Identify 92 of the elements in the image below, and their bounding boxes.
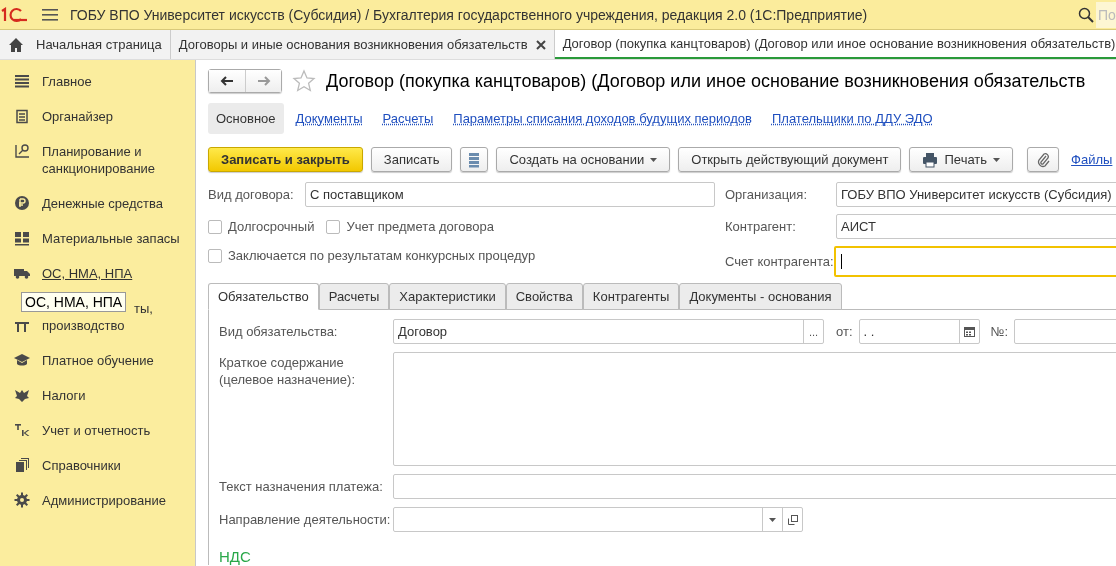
sidebar-item[interactable]: Справочники — [42, 457, 121, 474]
form-title: Договор (покупка канцтоваров) (Договор или иное основание возникновения обязательств — [326, 70, 1086, 92]
counterparty-field[interactable]: АИСТ — [836, 214, 1116, 239]
ruble-icon — [14, 195, 30, 211]
sidebar-item[interactable]: ты, — [134, 300, 153, 317]
menu-icon — [14, 73, 30, 89]
field-label: Организация: — [725, 187, 809, 202]
section-link[interactable]: Расчеты — [374, 103, 442, 134]
text-cursor — [841, 254, 842, 269]
field-label: Направление деятельности: — [219, 512, 392, 527]
field-label: Счет контрагента: — [725, 254, 834, 269]
attach-button[interactable] — [1027, 147, 1060, 172]
search-field[interactable]: По — [1096, 1, 1116, 28]
field-label: Контрагент: — [725, 219, 797, 234]
app-title: ГОБУ ВПО Университет искусств (Субсидия) / Бухгалтерия государственного учреждения, редакция 2.0 (1С:Предприятие) — [70, 6, 869, 23]
date-field[interactable]: . . — [858, 319, 980, 344]
search-icon — [1078, 6, 1094, 23]
list-icon — [468, 151, 481, 168]
debit-credit-icon — [14, 422, 30, 438]
contract-type-field[interactable]: С поставщиком — [305, 182, 715, 207]
form-tab[interactable]: Контрагенты — [582, 283, 680, 310]
graduation-cap-icon — [14, 352, 30, 368]
calendar-icon — [963, 326, 975, 337]
sidebar-item[interactable]: Главное — [42, 73, 92, 90]
checkbox[interactable] — [208, 219, 222, 234]
checkbox-label: Долгосрочный — [228, 219, 315, 234]
obligation-type-field[interactable]: Договор ... — [393, 319, 824, 344]
checkbox[interactable] — [208, 248, 222, 263]
printer-icon — [922, 151, 939, 168]
sidebar-item[interactable]: санкционирование — [42, 160, 156, 177]
window-tab[interactable]: Договор (покупка канцтоваров) (Договор или иное основание возникновения обязательств) — [554, 30, 1116, 59]
field-label: Текст назначения платежа: — [219, 479, 384, 494]
form-tab[interactable]: Свойства — [505, 283, 583, 310]
star-icon — [292, 69, 316, 93]
sidebar-item[interactable]: Материальные запасы — [42, 230, 180, 247]
grid-icon — [14, 230, 30, 246]
books-icon — [14, 457, 30, 473]
create-based-on-button[interactable]: Создать на основании — [496, 147, 671, 172]
section-heading: НДС — [219, 548, 252, 565]
sidebar-item[interactable]: Налоги — [42, 387, 86, 404]
activity-field[interactable] — [393, 507, 803, 532]
open-window-icon — [787, 514, 798, 525]
organization-field[interactable]: ГОБУ ВПО Университет искусств (Субсидия) — [836, 182, 1116, 207]
checkbox-label: Учет предмета договора — [346, 219, 494, 234]
tooltip: ОС, НМА, НПА — [21, 292, 127, 312]
settings-icon — [14, 492, 30, 508]
form-tab[interactable]: Характеристики — [389, 283, 506, 310]
sidebar-item[interactable]: производство — [42, 317, 125, 334]
files-link[interactable]: Файлы — [1071, 152, 1113, 167]
sidebar-item[interactable]: Планирование и — [42, 143, 142, 160]
checkbox-label: Заключается по результатам конкурсных процедур — [228, 248, 536, 263]
back-button[interactable] — [209, 70, 245, 92]
list-button[interactable] — [460, 147, 489, 172]
field-label: Вид обязательства: — [219, 324, 339, 339]
sidebar-item[interactable]: ОС, НМА, НПА — [42, 265, 133, 282]
payment-text-field[interactable] — [393, 474, 1116, 499]
save-and-close-button[interactable]: Записать и закрыть — [208, 147, 363, 172]
logo-icon — [0, 6, 28, 23]
chart-icon — [14, 143, 30, 159]
field-label: Вид договора: — [208, 187, 295, 202]
menu-icon — [42, 7, 58, 22]
clipboard-icon — [14, 108, 30, 124]
sidebar-item[interactable]: Денежные средства — [42, 195, 164, 212]
sidebar-item[interactable]: Администрирование — [42, 492, 166, 509]
sidebar-item[interactable]: Органайзер — [42, 108, 113, 125]
home-icon — [8, 36, 24, 53]
caret-icon — [993, 157, 1001, 162]
form-tab[interactable]: Обязательство — [208, 283, 319, 310]
section-link[interactable]: Документы — [287, 103, 371, 134]
section-link[interactable]: Плательщики по ДДУ ЭДО — [763, 103, 941, 134]
print-button[interactable]: Печать — [909, 147, 1014, 172]
sidebar-item[interactable]: Платное обучение — [42, 352, 154, 369]
field-label: Краткое содержание (целевое назначение): — [219, 354, 357, 388]
forward-arrow-icon — [256, 76, 271, 86]
form-tab[interactable]: Расчеты — [318, 283, 390, 310]
checkbox[interactable] — [326, 219, 341, 234]
caret-icon — [650, 157, 658, 162]
close-icon — [535, 39, 546, 50]
caret-icon — [769, 517, 776, 522]
toolbar-button[interactable]: Открыть действующий документ — [678, 147, 902, 172]
section-link[interactable]: Основное — [208, 103, 284, 134]
paperclip-icon — [1035, 151, 1052, 168]
sidebar-item[interactable]: Учет и отчетность — [42, 422, 151, 439]
back-arrow-icon — [220, 76, 234, 86]
form-tab[interactable]: Документы - основания — [679, 283, 842, 310]
section-link[interactable]: Параметры списания доходов будущих периодов — [445, 103, 760, 134]
field-label: №: — [990, 324, 1009, 339]
account-field[interactable] — [834, 246, 1116, 277]
field-label: от: — [836, 324, 853, 339]
summary-textarea[interactable] — [393, 352, 1116, 466]
toolbar-button[interactable]: Записать — [370, 147, 453, 172]
select-button[interactable]: ... — [803, 320, 823, 343]
